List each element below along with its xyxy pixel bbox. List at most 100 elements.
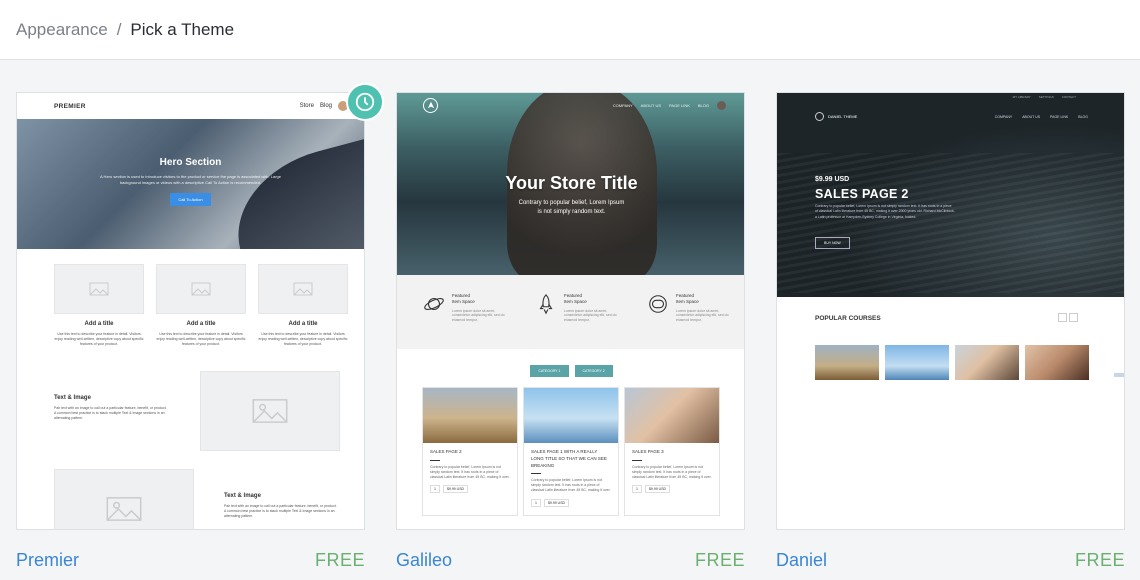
preview-product-title: SALES PAGE 2 (430, 449, 462, 454)
preview-hero-price: $9.99 USD (815, 176, 850, 183)
scroll-indicator (1114, 373, 1124, 377)
theme-name-link[interactable]: Premier (16, 550, 79, 571)
logo-icon (815, 112, 824, 121)
preview-product-title: SALES PAGE 3 (632, 449, 664, 454)
preview-product-qty: 1 (632, 485, 642, 494)
theme-name-link[interactable]: Daniel (776, 550, 827, 571)
preview-hero-subtitle-line: is not simply random text. (537, 209, 606, 215)
preview-column-title: Add a title (84, 321, 114, 327)
preview-category-tab: CATEGORY 2 (574, 365, 613, 377)
preview-top-link: MY LIBRARY (1012, 95, 1031, 99)
preview-product-text: Contrary to popular belief, Lorem Ipsum … (632, 464, 712, 479)
preview-nav-link: ABOUT US (1022, 114, 1041, 119)
theme-footer-premier: Premier FREE (16, 550, 365, 571)
course-image (815, 345, 879, 380)
preview-logo: PREMIER (54, 102, 86, 110)
preview-text-image-1: Text & Image Pair text with an image to … (54, 395, 169, 421)
product-image (524, 388, 618, 443)
image-placeholder-icon (54, 264, 144, 314)
preview-hero-text: A Hero section is used to introduce visi… (100, 174, 281, 185)
preview-nav-link: Store (299, 103, 314, 109)
theme-card-premier[interactable]: PREMIER Store Blog Hero Section A Hero s… (16, 92, 365, 530)
theme-footer-daniel: Daniel FREE (776, 550, 1125, 571)
preview-product-qty: 1 (430, 485, 440, 494)
preview-nav-link: BLOG (697, 102, 709, 108)
preview-features: Featured Item Space Lorem ipsum dolor sit … (397, 275, 744, 349)
preview-feature-title: Item Space (564, 299, 587, 305)
preview-column-text: Use this text to describe your feature i… (258, 332, 348, 346)
preview-nav-link: COMPANY (994, 114, 1013, 119)
preview-hero-subtitle: Contrary to popular belief, Lorem Ipsum … (397, 199, 744, 217)
preview-hero: COMPANY ABOUT US PAGE LINK BLOG Your Sto… (397, 93, 744, 275)
logo-icon (423, 97, 438, 113)
preview-nav: DANIEL THEME COMPANY ABOUT US PAGE LINK … (815, 112, 1088, 121)
preview-hero-title: Hero Section (159, 157, 222, 168)
preview-nav: PREMIER Store Blog (17, 93, 364, 119)
preview-nav-link: COMPANY (612, 102, 633, 108)
preview-column: Add a title Use this text to describe yo… (156, 264, 246, 347)
preview-category-tabs: CATEGORY 1 CATEGORY 2 (397, 365, 744, 377)
preview-hero-button: BUY NOW (815, 237, 850, 249)
preview-feature-text: Lorem ipsum dolor sit amet, consectetur … (452, 308, 505, 323)
theme-card-daniel[interactable]: MY LIBRARY SETTINGS CONTACT DANIEL THEME… (776, 92, 1125, 530)
preview-nav: COMPANY ABOUT US PAGE LINK BLOG (397, 93, 744, 117)
preview-nav-link: ABOUT US (640, 102, 662, 108)
product-image (625, 388, 719, 443)
theme-price: FREE (314, 550, 365, 570)
preview-top-links: MY LIBRARY SETTINGS CONTACT (1013, 95, 1076, 99)
preview-course-images (815, 345, 1089, 380)
breadcrumb-parent[interactable]: Appearance (16, 20, 108, 40)
theme-price: FREE (1074, 550, 1125, 570)
breadcrumb-separator: / (116, 19, 122, 39)
course-image (955, 345, 1019, 380)
clock-badge-icon (346, 83, 384, 121)
preview-products: SALES PAGE 2 Contrary to popular belief,… (422, 387, 720, 516)
image-placeholder-icon (156, 264, 246, 314)
preview-columns: Add a title Use this text to describe yo… (54, 264, 348, 347)
preview-logo: DANIEL THEME (828, 114, 858, 119)
preview-product-card: SALES PAGE 2 Contrary to popular belief,… (422, 387, 518, 516)
preview-column: Add a title Use this text to describe yo… (54, 264, 144, 347)
planet-icon (424, 297, 444, 311)
preview-category-tab: CATEGORY 1 (530, 365, 569, 377)
preview-product-price: $9.99 USD (644, 485, 671, 494)
image-placeholder-icon (258, 264, 348, 314)
preview-feature-text: Lorem ipsum dolor sit amet, consectetur … (676, 308, 729, 323)
preview-product-qty: 1 (531, 498, 541, 507)
preview-feature: Featured Item Space Lorem ipsum dolor sit … (647, 293, 735, 349)
preview-section-title: POPULAR COURSES (815, 315, 881, 322)
preview-column-title: Add a title (186, 321, 216, 327)
preview-hero-button: Call To Action (170, 193, 211, 207)
preview-top-link: CONTACT (1061, 95, 1076, 99)
preview-feature-title: Item Space (452, 299, 475, 305)
theme-footer-galileo: Galileo FREE (396, 550, 745, 571)
preview-column-text: Use this text to describe your feature i… (54, 332, 144, 346)
carousel-arrows-icon (1058, 313, 1078, 322)
preview-hero: MY LIBRARY SETTINGS CONTACT DANIEL THEME… (777, 93, 1124, 297)
preview-text-image-2: Text & Image Pair text with an image to … (224, 493, 339, 519)
preview-hero: Hero Section A Hero section is used to i… (17, 119, 364, 249)
rocket-icon (539, 294, 553, 315)
avatar-icon (717, 100, 726, 110)
preview-hero-text: Contrary to popular belief, Lorem Ipsum … (815, 204, 955, 219)
preview-text-image-title: Text & Image (54, 395, 91, 401)
header-bar: Appearance / Pick a Theme (0, 0, 1140, 60)
preview-product-price: $9.99 USD (543, 498, 570, 507)
preview-column-text: Use this text to describe your feature i… (156, 332, 246, 346)
theme-name-link[interactable]: Galileo (396, 550, 452, 571)
preview-text-image-text: Pair text with an image to call out a pa… (54, 406, 167, 420)
preview-hero-title: Your Store Title (505, 173, 638, 193)
preview-product-text: Contrary to popular belief, Lorem Ipsum … (430, 464, 510, 479)
theme-price: FREE (694, 550, 745, 570)
image-placeholder-icon (200, 371, 340, 451)
preview-top-link: SETTINGS (1038, 95, 1054, 99)
preview-product-title: SALES PAGE 1 WITH A REALLY LONG TITLE SO… (531, 449, 607, 468)
preview-feature-text: Lorem ipsum dolor sit amet, consectetur … (564, 308, 617, 323)
preview-column: Add a title Use this text to describe yo… (258, 264, 348, 347)
course-image (1025, 345, 1089, 380)
preview-hero-title: SALES PAGE 2 (815, 187, 909, 201)
product-image (423, 388, 517, 443)
preview-product-card: SALES PAGE 1 WITH A REALLY LONG TITLE SO… (523, 387, 619, 516)
theme-card-galileo[interactable]: COMPANY ABOUT US PAGE LINK BLOG Your Sto… (396, 92, 745, 530)
preview-nav-link: PAGE LINK (1050, 114, 1069, 119)
